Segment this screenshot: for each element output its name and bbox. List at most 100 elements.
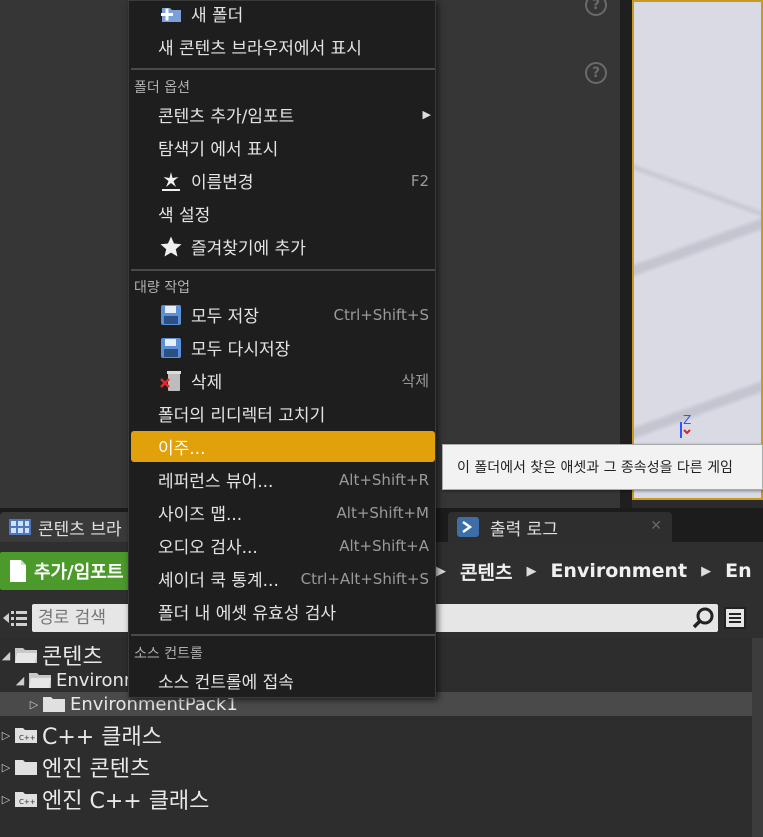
menu-item-label: 색 설정 [158, 206, 211, 226]
rename-icon [162, 172, 180, 191]
breadcrumb-arrow-icon[interactable]: ▶ [526, 564, 536, 579]
menu-item-shader-cook-stats[interactable]: 셰이더 쿡 통계... Ctrl+Alt+Shift+S [131, 563, 435, 594]
open-folder-icon [15, 648, 37, 663]
menu-item-audit-assets[interactable]: 오디오 검사... Alt+Shift+A [131, 530, 435, 561]
add-import-button[interactable]: 추가/임포트 [0, 552, 130, 590]
menu-item-reference-viewer[interactable]: 레퍼런스 뷰어... Alt+Shift+R [131, 464, 435, 495]
menu-item-shortcut: F2 [410, 171, 429, 190]
tab-content-browser-label: 콘텐츠 브라 [38, 519, 122, 540]
menu-item-label: 폴더 내 에셋 유효성 검사 [158, 604, 337, 624]
menu-item-label: 새 폴더 [191, 6, 244, 26]
new-folder-icon [161, 8, 181, 22]
menu-item-show-in-new-browser[interactable]: 새 콘텐츠 브라우저에서 표시 [131, 31, 435, 62]
tab-content-browser[interactable]: 콘텐츠 브라 [0, 512, 130, 542]
menu-section-header: 폴더 옵션 [134, 80, 190, 96]
tree-row-label: C++ 클래스 [42, 725, 162, 750]
menu-item-set-color[interactable]: 색 설정 [131, 198, 435, 229]
menu-item-delete[interactable]: 삭제 삭제 [131, 365, 435, 396]
tree-row[interactable]: ▷ C++ C++ 클래스 [0, 722, 752, 750]
menu-item-label: 삭제 [191, 373, 223, 393]
collapsed-arrow-icon[interactable]: ▷ [0, 793, 12, 806]
menu-item-size-map[interactable]: 사이즈 맵... Alt+Shift+M [131, 497, 435, 528]
menu-item-label: 폴더의 리디렉터 고치기 [158, 406, 326, 426]
menu-item-label: 콘텐츠 추가/임포트 [158, 107, 295, 127]
tree-row-label: 엔진 C++ 클래스 [42, 789, 210, 814]
folder-icon [43, 697, 65, 712]
collapsed-arrow-icon[interactable]: ▷ [28, 698, 40, 711]
collapsed-arrow-icon[interactable]: ▷ [0, 761, 12, 774]
cpp-folder-icon: C++ [15, 792, 37, 807]
menu-item-shortcut: Ctrl+Alt+Shift+S [300, 569, 429, 588]
tree-scrollbar[interactable] [752, 638, 763, 837]
menu-item-add-favorite[interactable]: 즐겨찾기에 추가 [131, 231, 435, 262]
star-icon [160, 236, 182, 257]
svg-text:C++: C++ [19, 798, 36, 806]
view-options-icon[interactable] [724, 607, 746, 629]
menu-section-header: 소스 컨트롤 [134, 646, 203, 662]
expanded-arrow-icon[interactable]: ◢ [14, 674, 26, 687]
tab-output-log-label: 출력 로그 [490, 519, 558, 540]
menu-item-label: 레퍼런스 뷰어... [158, 472, 274, 492]
menu-section-header: 대량 작업 [134, 280, 190, 296]
help-icon[interactable]: ? [585, 62, 607, 84]
menu-item-migrate[interactable]: 이주... [131, 431, 435, 462]
expanded-arrow-icon[interactable]: ◢ [0, 649, 12, 662]
open-folder-icon [29, 673, 51, 688]
tree-row[interactable]: ▷ C++ 엔진 C++ 클래스 [0, 786, 752, 814]
add-import-label: 추가/임포트 [34, 562, 124, 583]
content-browser-icon [9, 519, 31, 535]
save-icon [161, 338, 181, 358]
menu-item-label: 모두 다시저장 [191, 340, 291, 360]
menu-item-label: 모두 저장 [191, 307, 259, 327]
menu-item-label: 오디오 검사... [158, 538, 258, 558]
breadcrumb-item[interactable]: En [725, 560, 752, 582]
menu-item-label: 탐색기 에서 표시 [158, 140, 279, 160]
delete-icon [160, 371, 181, 391]
submenu-arrow-icon: ▶ [422, 108, 431, 121]
output-log-icon [457, 517, 479, 537]
breadcrumb-arrow-icon[interactable]: ▶ [701, 564, 711, 579]
folder-icon [15, 760, 37, 775]
menu-item-label: 이름변경 [191, 173, 254, 193]
tree-row[interactable]: ▷ 엔진 콘텐츠 [0, 754, 752, 782]
menu-item-label: 새 콘텐츠 브라우저에서 표시 [158, 39, 362, 59]
menu-item-shortcut: 삭제 [401, 372, 429, 390]
menu-item-shortcut: Alt+Shift+R [339, 470, 429, 489]
tooltip-text: 이 폴더에서 찾은 애셋과 그 종속성을 다른 게임 [457, 460, 733, 476]
tree-row-label: 엔진 콘텐츠 [42, 757, 151, 782]
menu-separator [131, 269, 435, 271]
filter-list-icon[interactable] [2, 608, 28, 628]
menu-item-shortcut: Ctrl+Shift+S [333, 305, 429, 324]
context-menu: 새 폴더 새 콘텐츠 브라우저에서 표시 폴더 옵션 콘텐츠 추가/임포트 ▶ … [128, 0, 436, 698]
new-file-icon [10, 560, 26, 582]
collapsed-arrow-icon[interactable]: ▷ [0, 729, 12, 742]
breadcrumb: ▶ 콘텐츠 ▶ Environment ▶ En [436, 554, 752, 588]
menu-item-fix-redirectors[interactable]: 폴더의 리디렉터 고치기 [131, 398, 435, 429]
axis-z-label: Z [683, 414, 691, 427]
menu-item-connect-source-control[interactable]: 소스 컨트롤에 접속 [131, 665, 435, 696]
search-icon[interactable] [692, 607, 714, 629]
close-icon[interactable]: ✕ [650, 518, 662, 534]
breadcrumb-item[interactable]: Environment [550, 560, 687, 582]
help-icon[interactable]: ? [585, 0, 607, 16]
migrate-tooltip: 이 폴더에서 찾은 애셋과 그 종속성을 다른 게임 [442, 444, 763, 490]
menu-item-label: 소스 컨트롤에 접속 [158, 673, 294, 693]
menu-item-new-folder[interactable]: 새 폴더 [131, 0, 435, 29]
cpp-folder-icon: C++ [15, 728, 37, 743]
breadcrumb-item[interactable]: 콘텐츠 [460, 558, 512, 585]
tab-output-log[interactable]: 출력 로그 ✕ [448, 512, 672, 542]
menu-item-save-all[interactable]: 모두 저장 Ctrl+Shift+S [131, 299, 435, 330]
menu-item-show-in-explorer[interactable]: 탐색기 에서 표시 [131, 132, 435, 163]
axis-gizmo-icon: Z [680, 414, 691, 438]
menu-separator [131, 68, 435, 70]
panel-splitter[interactable] [620, 0, 632, 508]
menu-item-label: 이주... [158, 439, 206, 459]
menu-item-validate-assets[interactable]: 폴더 내 에셋 유효성 검사 [131, 596, 435, 627]
menu-item-label: 사이즈 맵... [158, 505, 243, 525]
menu-item-rename[interactable]: 이름변경 F2 [131, 165, 435, 196]
menu-item-resave-all[interactable]: 모두 다시저장 [131, 332, 435, 363]
breadcrumb-arrow-icon[interactable]: ▶ [436, 564, 446, 579]
menu-item-add-import[interactable]: 콘텐츠 추가/임포트 ▶ [131, 99, 435, 130]
svg-text:C++: C++ [19, 734, 36, 742]
menu-item-shortcut: Alt+Shift+M [336, 503, 429, 522]
